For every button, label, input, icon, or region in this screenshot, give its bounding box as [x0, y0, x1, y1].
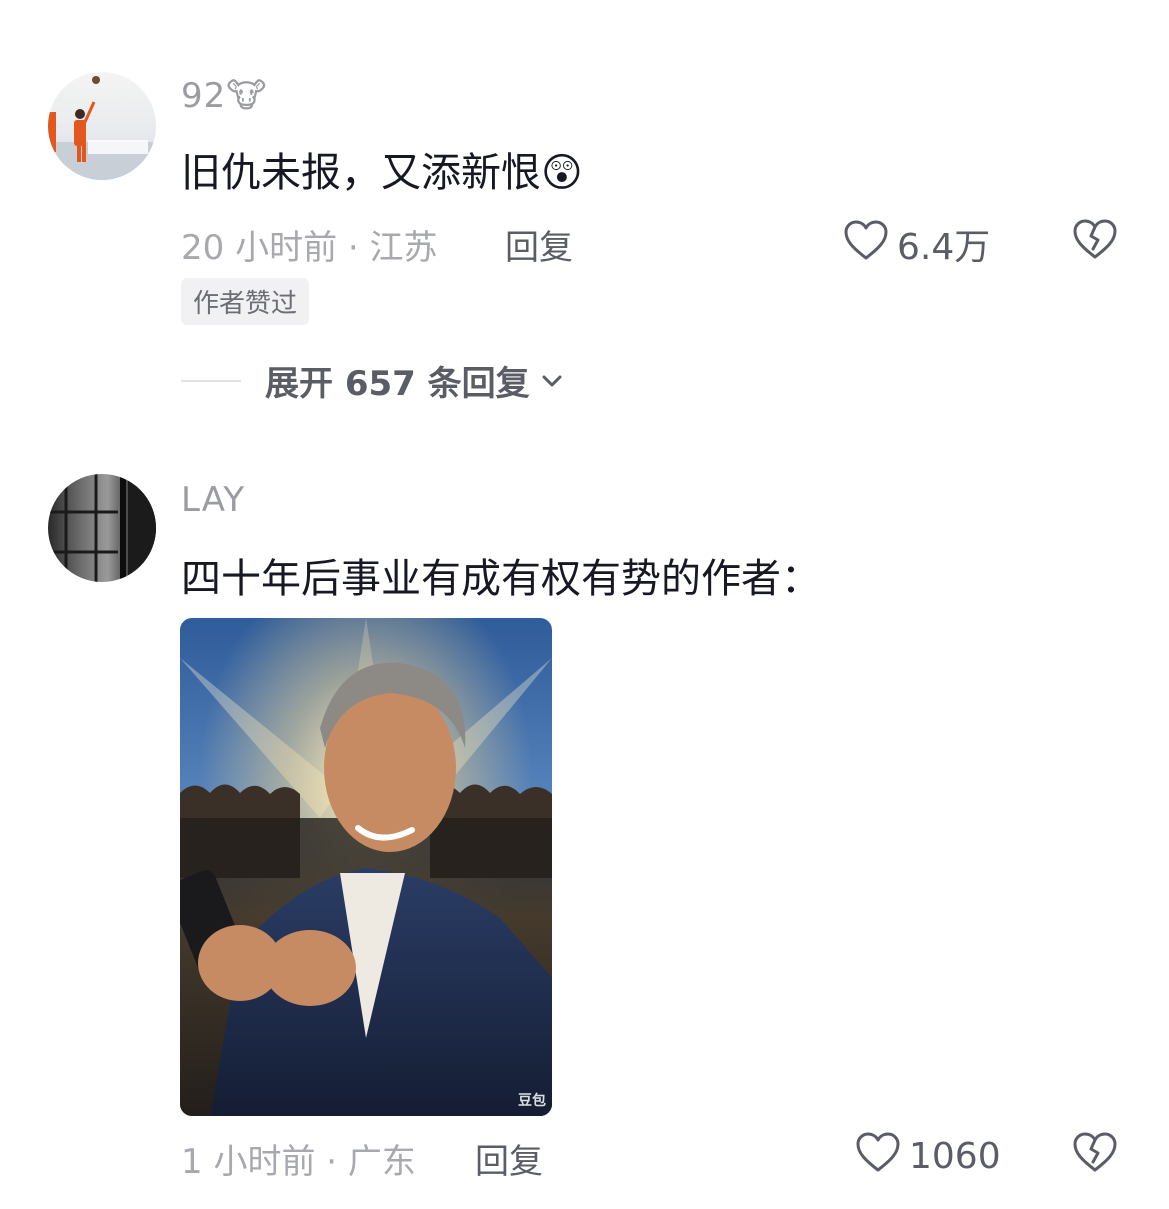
image-watermark: 豆包 — [518, 1093, 546, 1109]
author-liked-badge: 作者赞过 — [181, 278, 310, 325]
username[interactable]: 92🐮 — [181, 76, 268, 116]
like-button[interactable]: 6.4万 — [843, 218, 990, 270]
comment-time-location: 1 小时前 · 广东 — [181, 1142, 416, 1182]
comment-image[interactable]: 豆包 — [180, 618, 552, 1116]
comment-time-location: 20 小时前 · 江苏 — [181, 228, 438, 268]
avatar[interactable] — [48, 72, 156, 180]
heart-outline-icon — [855, 1131, 901, 1182]
username[interactable]: LAY — [181, 480, 245, 520]
comment-text: 四十年后事业有成有权有势的作者： — [181, 556, 821, 602]
divider — [181, 379, 241, 382]
heart-outline-icon — [843, 219, 889, 270]
avatar[interactable] — [48, 474, 156, 582]
like-count: 6.4万 — [897, 227, 991, 268]
broken-heart-icon — [1072, 1132, 1118, 1177]
like-count: 1060 — [909, 1136, 1001, 1177]
dislike-button[interactable] — [1072, 1131, 1118, 1177]
like-button[interactable]: 1060 — [855, 1131, 1001, 1182]
comment-text: 旧仇未报，又添新恨😲 — [181, 150, 583, 196]
reply-button[interactable]: 回复 — [475, 1134, 543, 1183]
dislike-button[interactable] — [1072, 218, 1118, 264]
broken-heart-icon — [1072, 219, 1118, 264]
expand-replies-button[interactable]: 展开 657 条回复 — [181, 356, 564, 405]
expand-replies-label: 展开 657 条回复 — [265, 364, 530, 404]
reply-button[interactable]: 回复 — [505, 220, 573, 269]
chevron-down-icon — [540, 369, 564, 393]
